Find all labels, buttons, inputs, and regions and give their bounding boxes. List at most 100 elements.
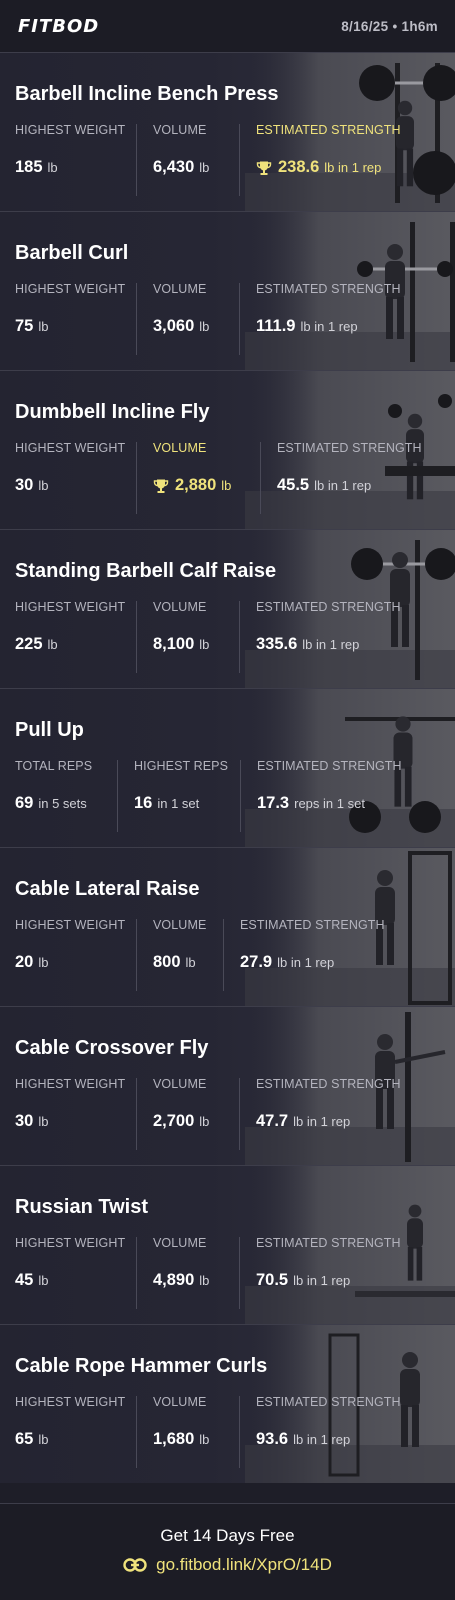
stat-label: HIGHEST REPS <box>134 759 229 773</box>
exercise-title: Barbell Curl <box>15 242 129 264</box>
stat-unit: lb <box>38 955 49 970</box>
stat-label: TOTAL REPS <box>15 759 93 773</box>
exercise-card[interactable]: Cable Rope Hammer Curls HIGHEST WEIGHT 65 l… <box>0 1324 455 1483</box>
stat-column: HIGHEST WEIGHT 20 lb <box>15 918 125 972</box>
stat-label: HIGHEST WEIGHT <box>15 1236 126 1250</box>
stat-number: 800 <box>153 953 181 971</box>
stat-column: VOLUME 2,880 lb <box>153 441 231 495</box>
stat-column: VOLUME 2,700 lb <box>153 1077 209 1131</box>
stat-unit: lb in 1 rep <box>324 160 382 175</box>
stat-unit: lb in 1 rep <box>277 955 335 970</box>
stat-value: 30 lb <box>15 476 125 495</box>
stat-value: 27.9 lb in 1 rep <box>240 953 385 972</box>
stat-divider <box>239 1396 240 1468</box>
stat-unit: lb <box>185 955 196 970</box>
stat-unit: lb <box>38 1273 49 1288</box>
stat-unit: in 5 sets <box>38 796 87 811</box>
stat-value: 75 lb <box>15 317 125 336</box>
stat-number: 4,890 <box>153 1271 195 1289</box>
stat-unit: lb <box>38 478 49 493</box>
promo-link[interactable]: go.fitbod.link/XprO/14D <box>0 1555 455 1575</box>
stat-unit: reps in 1 set <box>294 796 365 811</box>
exercise-card[interactable]: Standing Barbell Calf Raise HIGHEST WEIGH… <box>0 529 455 688</box>
stat-label: ESTIMATED STRENGTH <box>256 1077 401 1091</box>
exercise-title: Cable Crossover Fly <box>15 1037 209 1059</box>
stat-label: ESTIMATED STRENGTH <box>256 123 401 137</box>
footer: Get 14 Days Free go.fitbod.link/XprO/14D <box>0 1503 455 1600</box>
workout-summary: FITBOD 8/16/25 • 1h6m Barbell Incline Be… <box>0 0 455 1600</box>
stat-column: VOLUME 800 lb <box>153 918 206 972</box>
stat-label: ESTIMATED STRENGTH <box>256 1395 401 1409</box>
stat-value: 111.9 lb in 1 rep <box>256 317 401 336</box>
stat-number: 2,700 <box>153 1112 195 1130</box>
stat-unit: lb <box>38 1432 49 1447</box>
stat-number: 93.6 <box>256 1430 289 1448</box>
stat-column: HIGHEST WEIGHT 185 lb <box>15 123 125 177</box>
stat-value: 69 in 5 sets <box>15 794 92 813</box>
stat-divider <box>136 601 137 673</box>
exercise-title: Barbell Incline Bench Press <box>15 83 279 105</box>
stat-unit: lb <box>199 1432 210 1447</box>
stat-number: 30 <box>15 1112 34 1130</box>
stat-unit: lb <box>47 160 58 175</box>
stat-number: 65 <box>15 1430 34 1448</box>
stat-column: HIGHEST WEIGHT 30 lb <box>15 441 125 495</box>
stat-column: VOLUME 6,430 lb <box>153 123 209 177</box>
stat-column: VOLUME 3,060 lb <box>153 282 209 336</box>
stat-label: HIGHEST WEIGHT <box>15 600 126 614</box>
stat-number: 30 <box>15 476 34 494</box>
exercise-card[interactable]: Cable Lateral Raise HIGHEST WEIGHT 20 lb VOL… <box>0 847 455 1006</box>
stat-number: 27.9 <box>240 953 273 971</box>
stat-unit: lb <box>47 637 58 652</box>
exercise-card[interactable]: Pull Up TOTAL REPS 69 in 5 sets HIGHEST REPS… <box>0 688 455 847</box>
stat-value: 6,430 lb <box>153 158 209 177</box>
stat-number: 2,880 <box>175 476 217 494</box>
stat-column: VOLUME 8,100 lb <box>153 600 209 654</box>
stat-value: 30 lb <box>15 1112 125 1131</box>
header: FITBOD 8/16/25 • 1h6m <box>0 0 455 52</box>
stat-divider <box>260 442 261 514</box>
stat-number: 69 <box>15 794 34 812</box>
stat-label: ESTIMATED STRENGTH <box>256 282 401 296</box>
exercise-card[interactable]: Dumbbell Incline Fly HIGHEST WEIGHT 30 lb VO… <box>0 370 455 529</box>
exercise-card[interactable]: Barbell Curl HIGHEST WEIGHT 75 lb VOLUME 3,06… <box>0 211 455 370</box>
stat-label: ESTIMATED STRENGTH <box>256 600 401 614</box>
stat-column: ESTIMATED STRENGTH 70.5 lb in 1 rep <box>256 1236 401 1290</box>
stat-number: 16 <box>134 794 153 812</box>
stat-divider <box>136 919 137 991</box>
stat-value: 17.3 reps in 1 set <box>257 794 402 813</box>
exercise-card[interactable]: Cable Crossover Fly HIGHEST WEIGHT 30 lb VOL… <box>0 1006 455 1165</box>
stat-label: VOLUME <box>153 1395 207 1409</box>
stat-divider <box>136 1396 137 1468</box>
stat-number: 8,100 <box>153 635 195 653</box>
stat-unit: lb <box>221 478 232 493</box>
stat-value: 45.5 lb in 1 rep <box>277 476 422 495</box>
exercise-title: Cable Lateral Raise <box>15 878 200 900</box>
stat-number: 20 <box>15 953 34 971</box>
stat-divider <box>136 283 137 355</box>
promo-link-text[interactable]: go.fitbod.link/XprO/14D <box>156 1555 332 1575</box>
stat-value: 2,880 lb <box>153 476 231 495</box>
exercise-title: Pull Up <box>15 719 84 741</box>
stat-value: 4,890 lb <box>153 1271 209 1290</box>
stat-label: ESTIMATED STRENGTH <box>277 441 422 455</box>
stat-number: 45.5 <box>277 476 310 494</box>
exercise-title: Dumbbell Incline Fly <box>15 401 210 423</box>
exercise-card[interactable]: Russian Twist HIGHEST WEIGHT 45 lb VOLUME 4,8… <box>0 1165 455 1324</box>
stat-unit: lb in 1 rep <box>302 637 360 652</box>
stat-column: ESTIMATED STRENGTH 335.6 lb in 1 rep <box>256 600 401 654</box>
stat-column: HIGHEST WEIGHT 75 lb <box>15 282 125 336</box>
stat-divider <box>239 124 240 196</box>
stat-column: ESTIMATED STRENGTH 27.9 lb in 1 rep <box>240 918 385 972</box>
stat-number: 45 <box>15 1271 34 1289</box>
stat-value: 1,680 lb <box>153 1430 209 1449</box>
stat-label: VOLUME <box>153 600 207 614</box>
stat-column: HIGHEST WEIGHT 45 lb <box>15 1236 125 1290</box>
exercise-card[interactable]: Barbell Incline Bench Press HIGHEST WEIGH… <box>0 52 455 211</box>
stat-value: 70.5 lb in 1 rep <box>256 1271 401 1290</box>
stat-column: VOLUME 1,680 lb <box>153 1395 209 1449</box>
stat-label: ESTIMATED STRENGTH <box>256 1236 401 1250</box>
exercise-title: Cable Rope Hammer Curls <box>15 1355 268 1377</box>
stat-column: ESTIMATED STRENGTH 47.7 lb in 1 rep <box>256 1077 401 1131</box>
stat-divider <box>239 283 240 355</box>
